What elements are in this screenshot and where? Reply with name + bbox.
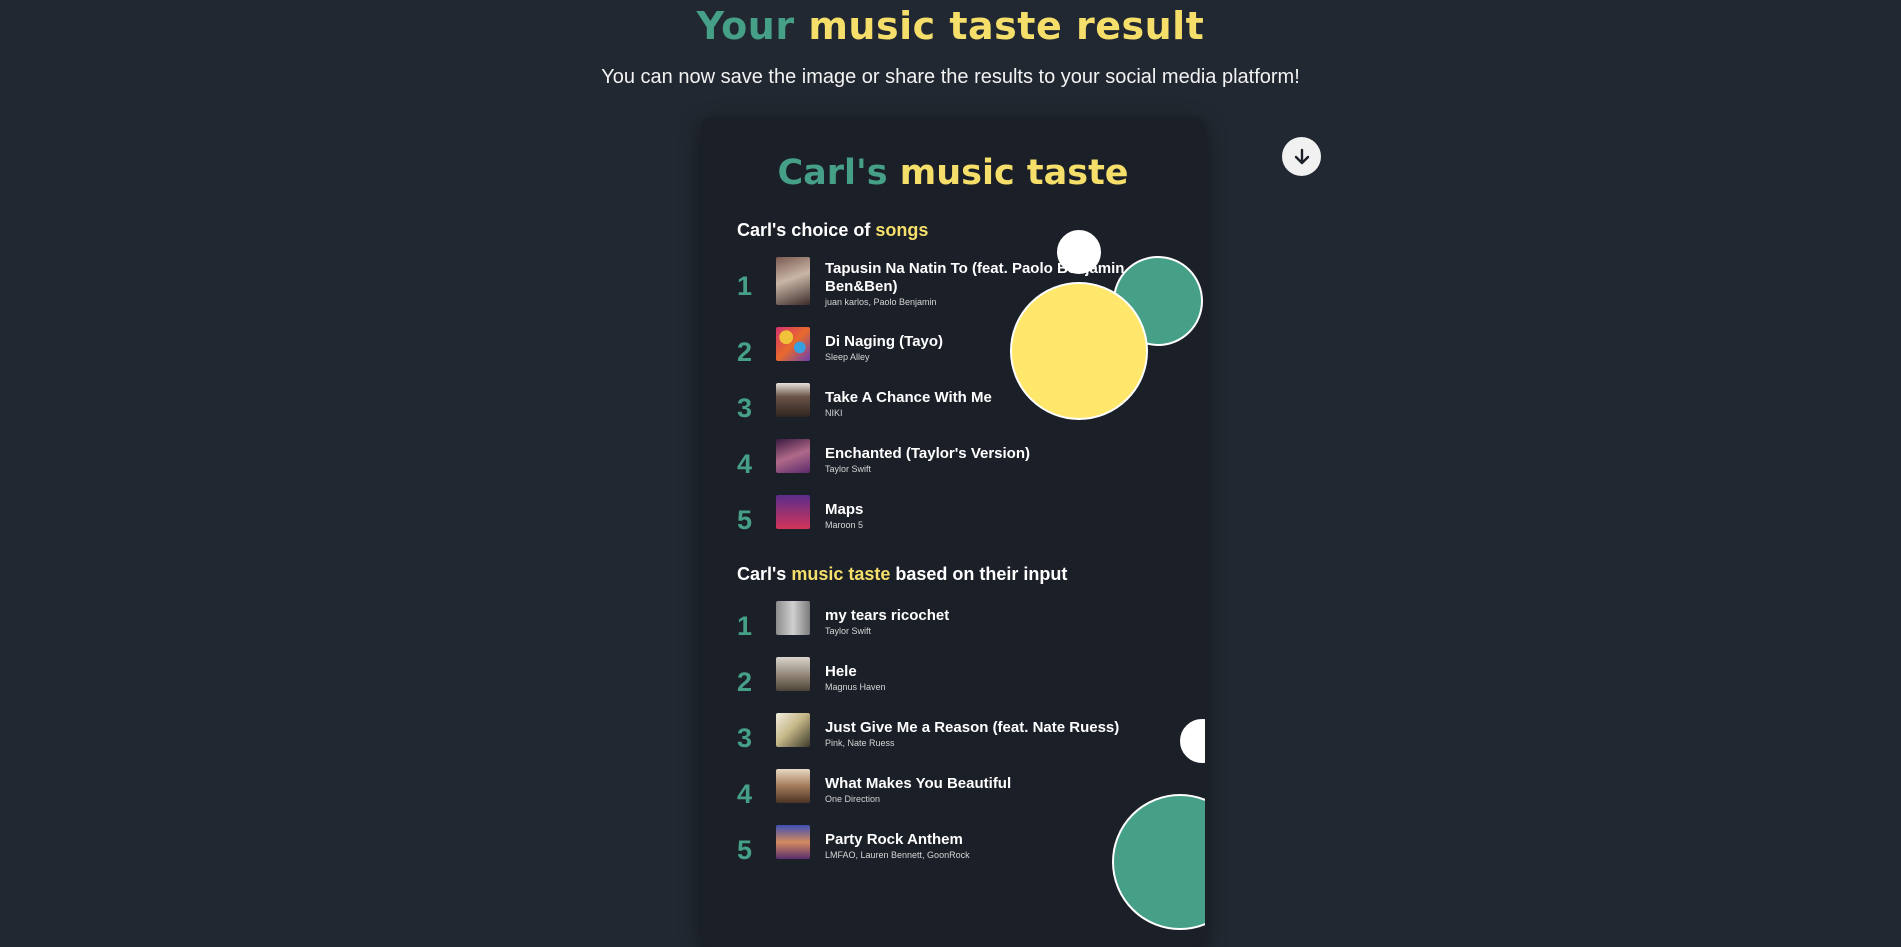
- section-title-taste-suffix: based on their input: [895, 564, 1068, 584]
- album-art: [776, 657, 810, 691]
- song-artist: Maroon 5: [825, 520, 864, 530]
- section-title-music-taste-input: Carl's music taste based on their input: [737, 564, 1067, 585]
- album-art: [776, 825, 810, 859]
- song-title: Maps: [825, 501, 864, 518]
- page-subtitle: You can now save the image or share the …: [601, 66, 1300, 88]
- section-title-choice-prefix: Carl's choice of: [737, 220, 871, 240]
- card-title-name: Carl's: [777, 153, 888, 193]
- song-artist: Pink, Nate Ruess: [825, 738, 895, 748]
- rank-number: 5: [737, 835, 753, 865]
- rank-number: 2: [737, 667, 753, 697]
- card-title: Carl's music taste: [701, 153, 1205, 193]
- album-art: [776, 713, 810, 747]
- song-title: What Makes You Beautiful: [825, 775, 1012, 792]
- section-title-taste-prefix: Carl's: [737, 564, 787, 584]
- decor-bubble-small-white: [1057, 230, 1101, 274]
- song-artist: Taylor Swift: [825, 626, 872, 636]
- list-item: 5 Maps Maroon 5: [737, 495, 1197, 545]
- album-art: [776, 769, 810, 803]
- arrow-down-icon: [1292, 147, 1312, 167]
- album-art: [776, 601, 810, 635]
- rank-number: 4: [737, 779, 753, 809]
- album-art: [776, 495, 810, 529]
- song-artist: One Direction: [825, 794, 881, 804]
- song-title: Just Give Me a Reason (feat. Nate Ruess): [825, 719, 1120, 736]
- song-artist: Sleep Alley: [825, 352, 870, 362]
- page-title-your: Your: [696, 4, 795, 48]
- rank-number: 5: [737, 505, 753, 535]
- song-artist: LMFAO, Lauren Bennett, GoonRock: [825, 850, 970, 860]
- song-artist: Magnus Haven: [825, 682, 886, 692]
- result-card: Carl's music taste Carl's choice of song…: [701, 117, 1205, 947]
- album-art: [776, 383, 810, 417]
- card-title-music-taste: music taste: [899, 153, 1129, 193]
- song-title: Enchanted (Taylor's Version): [825, 445, 1031, 462]
- page-title: Your music taste result: [0, 4, 1901, 48]
- section-title-choice-highlight: songs: [875, 220, 929, 240]
- rank-number: 3: [737, 393, 753, 423]
- list-item: 2 Hele Magnus Haven: [737, 657, 1197, 707]
- list-item: 3 Just Give Me a Reason (feat. Nate Rues…: [737, 713, 1197, 763]
- song-artist: juan karlos, Paolo Benjamin: [825, 297, 937, 307]
- section-title-choice-of-songs: Carl's choice of songs: [737, 220, 928, 241]
- song-artist: Taylor Swift: [825, 464, 872, 474]
- album-art: [776, 439, 810, 473]
- decor-bubble-yellow: [1010, 282, 1148, 420]
- page-title-music-taste-result: music taste result: [808, 4, 1205, 48]
- song-title: my tears ricochet: [825, 607, 950, 624]
- song-title: Hele: [825, 663, 857, 680]
- section-title-taste-highlight: music taste: [791, 564, 891, 584]
- list-item: 4 What Makes You Beautiful One Direction: [737, 769, 1197, 819]
- list-item: 4 Enchanted (Taylor's Version) Taylor Sw…: [737, 439, 1197, 489]
- rank-number: 3: [737, 723, 753, 753]
- download-button[interactable]: [1282, 137, 1321, 176]
- rank-number: 4: [737, 449, 753, 479]
- rank-number: 1: [737, 271, 753, 301]
- album-art: [776, 257, 810, 305]
- album-art: [776, 327, 810, 361]
- rank-number: 1: [737, 611, 753, 641]
- song-artist: NIKI: [825, 408, 843, 418]
- rank-number: 2: [737, 337, 753, 367]
- list-item: 1 my tears ricochet Taylor Swift: [737, 601, 1197, 651]
